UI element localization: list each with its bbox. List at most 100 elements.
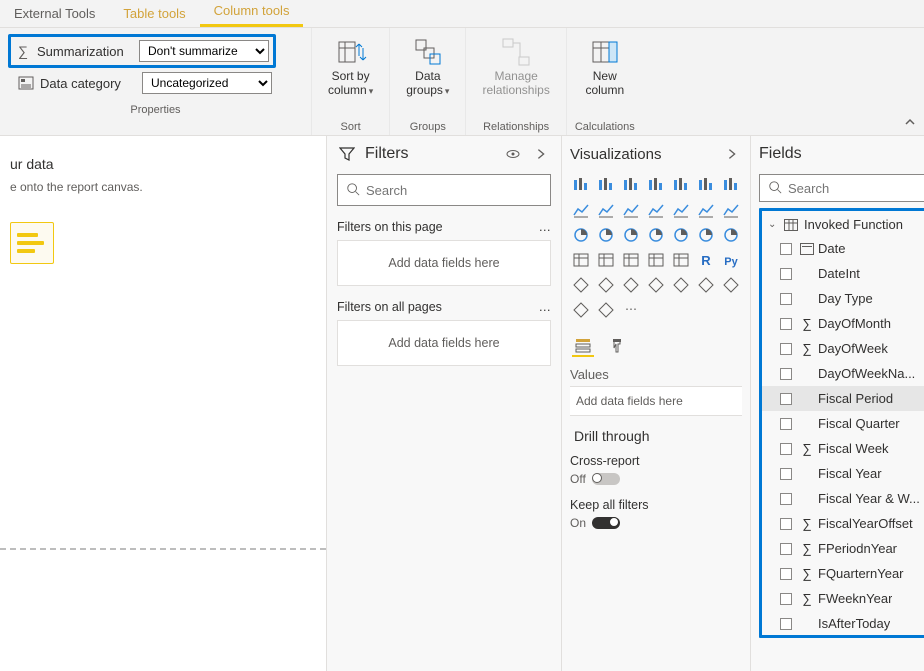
fields-search-input[interactable] xyxy=(788,181,924,196)
manage-relationships-button[interactable]: Manage relationships xyxy=(474,32,557,102)
viz-line-stacked-icon[interactable] xyxy=(570,199,592,221)
viz-card-icon[interactable] xyxy=(720,224,742,246)
viz-ribbon-icon[interactable] xyxy=(620,199,642,221)
filters-all-dropzone[interactable]: Add data fields here xyxy=(337,320,551,366)
more-icon[interactable]: … xyxy=(539,300,552,314)
field-checkbox[interactable] xyxy=(780,343,792,355)
viz-area-icon[interactable] xyxy=(695,174,717,196)
field-row[interactable]: ∑DayOfWeek xyxy=(762,336,924,361)
chevron-right-icon[interactable] xyxy=(531,144,551,164)
field-checkbox[interactable] xyxy=(780,443,792,455)
viz-filled-map-icon[interactable] xyxy=(645,224,667,246)
fields-title: Fields xyxy=(759,145,802,163)
field-row[interactable]: ∑FQuarternYear xyxy=(762,561,924,586)
data-category-select[interactable]: Uncategorized xyxy=(142,72,272,94)
viz-decomposition-icon[interactable] xyxy=(595,274,617,296)
viz-narrative-icon[interactable] xyxy=(645,274,667,296)
viz-matrix-icon[interactable] xyxy=(670,249,692,271)
sort-by-column-button[interactable]: Sort by column▾ xyxy=(320,32,381,102)
cross-report-toggle[interactable] xyxy=(592,473,620,485)
field-checkbox[interactable] xyxy=(780,593,792,605)
field-checkbox[interactable] xyxy=(780,468,792,480)
viz-stacked-area-icon[interactable] xyxy=(720,174,742,196)
viz-arcgis-icon[interactable] xyxy=(695,274,717,296)
field-row[interactable]: DayOfWeekNa... xyxy=(762,361,924,386)
field-checkbox[interactable] xyxy=(780,243,792,255)
viz-line-icon[interactable] xyxy=(670,174,692,196)
viz-pie-icon[interactable] xyxy=(720,199,742,221)
viz-shape-map-icon[interactable] xyxy=(670,224,692,246)
field-checkbox[interactable] xyxy=(780,618,792,630)
field-checkbox[interactable] xyxy=(780,543,792,555)
field-row[interactable]: Fiscal Period xyxy=(762,386,924,411)
field-row[interactable]: IsAfterToday xyxy=(762,611,924,636)
field-checkbox[interactable] xyxy=(780,393,792,405)
viz-kpi-icon[interactable] xyxy=(595,249,617,271)
viz-donut-icon[interactable] xyxy=(570,224,592,246)
field-checkbox[interactable] xyxy=(780,368,792,380)
data-groups-button[interactable]: Data groups▾ xyxy=(398,32,457,102)
expand-caret-icon[interactable]: ⌄ xyxy=(768,219,778,230)
viz-custom1-icon[interactable] xyxy=(570,299,592,321)
viz-paginated-icon[interactable] xyxy=(670,274,692,296)
field-row[interactable]: ∑Fiscal Week xyxy=(762,436,924,461)
filters-search[interactable] xyxy=(337,174,551,206)
viz-treemap-icon[interactable] xyxy=(595,224,617,246)
viz-stacked-column-icon[interactable] xyxy=(620,174,642,196)
chevron-right-icon[interactable] xyxy=(722,144,742,164)
field-checkbox[interactable] xyxy=(780,493,792,505)
viz-table-icon[interactable] xyxy=(645,249,667,271)
viz-waterfall-icon[interactable] xyxy=(645,199,667,221)
viz-python-visual-icon[interactable]: Py xyxy=(720,249,742,271)
eye-icon[interactable] xyxy=(503,144,523,164)
viz-line-clustered-icon[interactable] xyxy=(595,199,617,221)
field-checkbox[interactable] xyxy=(780,418,792,430)
viz-custom2-icon[interactable] xyxy=(595,299,617,321)
viz-scatter-icon[interactable] xyxy=(695,199,717,221)
viz-r-visual-icon[interactable]: R xyxy=(695,249,717,271)
field-row[interactable]: Fiscal Year xyxy=(762,461,924,486)
viz-key-influencers-icon[interactable] xyxy=(570,274,592,296)
field-row[interactable]: ∑DayOfMonth xyxy=(762,311,924,336)
new-column-button[interactable]: New column xyxy=(577,32,632,102)
field-row[interactable]: ∑FPeriodnYear xyxy=(762,536,924,561)
filters-search-input[interactable] xyxy=(366,183,542,198)
field-checkbox[interactable] xyxy=(780,518,792,530)
tab-external-tools[interactable]: External Tools xyxy=(0,0,109,27)
field-row[interactable]: ∑FiscalYearOffset xyxy=(762,511,924,536)
more-icon[interactable]: … xyxy=(539,220,552,234)
fields-search[interactable] xyxy=(759,174,924,202)
field-row[interactable]: ∑FWeeknYear xyxy=(762,586,924,611)
viz-clustered-column-icon[interactable] xyxy=(645,174,667,196)
field-row[interactable]: Day Type xyxy=(762,286,924,311)
viz-more-icon[interactable]: ⋯ xyxy=(620,299,642,321)
viz-powerapps-icon[interactable] xyxy=(720,274,742,296)
field-row[interactable]: DateInt xyxy=(762,261,924,286)
format-tab-icon[interactable] xyxy=(608,335,630,357)
viz-map-icon[interactable] xyxy=(620,224,642,246)
tab-column-tools[interactable]: Column tools xyxy=(200,0,304,27)
field-row[interactable]: Fiscal Year & W... xyxy=(762,486,924,511)
viz-funnel-icon[interactable] xyxy=(670,199,692,221)
keep-filters-toggle[interactable] xyxy=(592,517,620,529)
field-checkbox[interactable] xyxy=(780,268,792,280)
report-canvas[interactable]: ur data e onto the report canvas. xyxy=(0,136,326,671)
field-row[interactable]: Date xyxy=(762,236,924,261)
fields-table-row[interactable]: ⌄ Invoked Function xyxy=(762,213,924,236)
fields-tab-icon[interactable] xyxy=(572,335,594,357)
field-checkbox[interactable] xyxy=(780,568,792,580)
values-dropzone[interactable]: Add data fields here xyxy=(570,386,742,416)
viz-slicer-icon[interactable] xyxy=(620,249,642,271)
viz-stacked-bar-icon[interactable] xyxy=(570,174,592,196)
filters-page-dropzone[interactable]: Add data fields here xyxy=(337,240,551,286)
viz-multi-card-icon[interactable] xyxy=(570,249,592,271)
field-checkbox[interactable] xyxy=(780,293,792,305)
ribbon-collapse-button[interactable] xyxy=(904,116,916,131)
field-row[interactable]: Fiscal Quarter xyxy=(762,411,924,436)
viz-qa-icon[interactable] xyxy=(620,274,642,296)
field-checkbox[interactable] xyxy=(780,318,792,330)
tab-table-tools[interactable]: Table tools xyxy=(109,0,199,27)
viz-gauge-icon[interactable] xyxy=(695,224,717,246)
summarization-select[interactable]: Don't summarize xyxy=(139,40,269,62)
viz-clustered-bar-icon[interactable] xyxy=(595,174,617,196)
